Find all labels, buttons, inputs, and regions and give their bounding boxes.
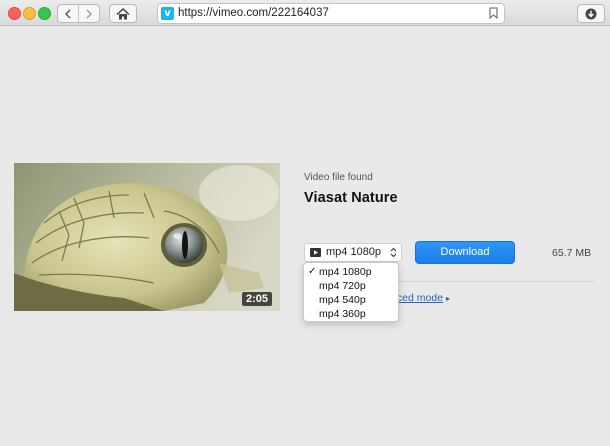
forward-button[interactable] [78, 5, 99, 22]
file-size: 65.7 MB [552, 247, 592, 259]
back-icon [65, 9, 71, 18]
download-button[interactable]: Download [415, 241, 515, 264]
format-dropdown-menu: ✓ mp4 1080p mp4 720p mp4 540p mp4 360p [303, 262, 399, 322]
format-option-1080p[interactable]: ✓ mp4 1080p [304, 265, 398, 279]
format-select[interactable]: mp4 1080p [304, 243, 402, 262]
format-option-label: mp4 720p [319, 280, 366, 292]
url-text[interactable]: https://vimeo.com/222164037 [178, 6, 329, 21]
format-select-value: mp4 1080p [326, 246, 382, 258]
advanced-mode-arrow-icon: ▸ [446, 294, 451, 303]
downloads-button[interactable] [577, 4, 605, 23]
maximize-window-button[interactable] [38, 7, 51, 20]
address-bar[interactable]: v https://vimeo.com/222164037 [157, 3, 505, 24]
home-icon [116, 7, 130, 19]
video-title: Viasat Nature [304, 190, 398, 206]
checkmark-icon: ✓ [308, 266, 317, 277]
format-option-360p[interactable]: mp4 360p [304, 307, 398, 321]
updown-chevron-icon [390, 247, 397, 258]
format-option-label: mp4 360p [319, 308, 366, 320]
bookmark-icon[interactable] [489, 7, 498, 19]
forward-icon [86, 9, 92, 18]
duration-badge: 2:05 [241, 292, 272, 306]
video-thumbnail[interactable]: 2:05 [14, 163, 280, 311]
navigation-buttons [57, 4, 100, 23]
browser-toolbar: v https://vimeo.com/222164037 [0, 0, 610, 26]
format-option-540p[interactable]: mp4 540p [304, 293, 398, 307]
vimeo-icon: v [161, 7, 174, 20]
back-button[interactable] [58, 5, 78, 22]
format-option-720p[interactable]: mp4 720p [304, 279, 398, 293]
minimize-window-button[interactable] [23, 7, 36, 20]
close-window-button[interactable] [8, 7, 21, 20]
snake-image [14, 163, 280, 311]
format-option-label: mp4 1080p [319, 266, 372, 278]
download-arrow-icon [585, 8, 597, 19]
video-format-icon [310, 248, 321, 257]
found-label: Video file found [304, 172, 373, 183]
home-button[interactable] [109, 4, 137, 23]
format-option-label: mp4 540p [319, 294, 366, 306]
